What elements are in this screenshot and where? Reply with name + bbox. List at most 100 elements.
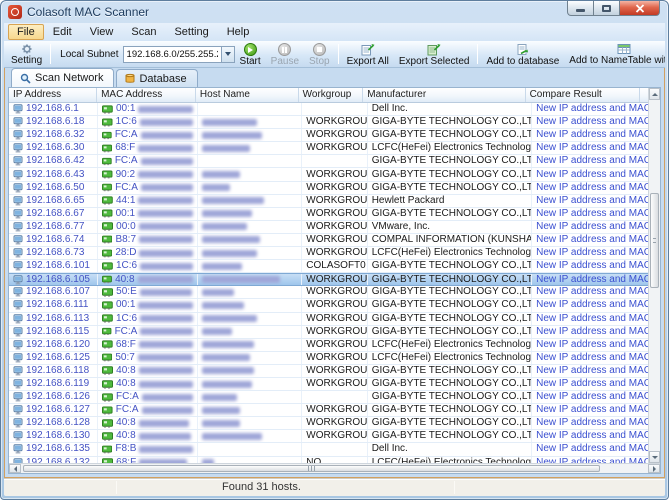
subnet-input[interactable] xyxy=(123,46,221,63)
table-row[interactable]: 192.168.6.12068:FWORKGROUPLCFC(HeFei) El… xyxy=(9,339,648,352)
column-header-mac-address[interactable]: MAC Address xyxy=(97,88,196,102)
table-row[interactable]: 192.168.6.126FC:AGIGA-BYTE TECHNOLOGY CO… xyxy=(9,391,648,404)
table-row[interactable]: 192.168.6.3068:FWORKGROUPLCFC(HeFei) Ele… xyxy=(9,142,648,155)
ip-cell: 192.168.6.32 xyxy=(9,129,98,141)
manufacturer-cell: GIGA-BYTE TECHNOLOGY CO.,LTD. xyxy=(368,208,532,220)
nic-icon xyxy=(102,262,113,271)
hostname-cell xyxy=(198,260,302,272)
horizontal-scroll-thumb[interactable] xyxy=(23,465,600,472)
table-row[interactable]: 192.168.6.7700:0WORKGROUPVMware, Inc.New… xyxy=(9,221,648,234)
compare-result-cell: New IP address and MAC add xyxy=(532,221,648,233)
title-bar[interactable]: Colasoft MAC Scanner xyxy=(1,1,668,23)
table-row[interactable]: 192.168.6.32FC:AWORKGROUPGIGA-BYTE TECHN… xyxy=(9,129,648,142)
setting-button[interactable]: Setting xyxy=(6,42,47,66)
table-row[interactable]: 192.168.6.12840:8WORKGROUPGIGA-BYTE TECH… xyxy=(9,417,648,430)
mac-cell: 40:8 xyxy=(98,365,198,377)
column-header-workgroup[interactable]: Workgroup xyxy=(299,88,364,102)
compare-result-cell: New IP address and MAC add xyxy=(532,378,648,390)
scroll-down-button[interactable] xyxy=(649,451,660,463)
table-row[interactable]: 192.168.6.135F8:BDell Inc.New IP address… xyxy=(9,443,648,456)
table-row[interactable]: 192.168.6.11100:1WORKGROUPGIGA-BYTE TECH… xyxy=(9,299,648,312)
tab-scan-network[interactable]: Scan Network xyxy=(11,68,114,87)
tab-database[interactable]: Database xyxy=(116,69,197,87)
table-row[interactable]: 192.168.6.6544:1WORKGROUPHewlett Packard… xyxy=(9,195,648,208)
computer-icon xyxy=(13,170,23,180)
column-header-compare-result[interactable]: Compare Result xyxy=(526,88,640,102)
horizontal-scrollbar[interactable] xyxy=(9,463,660,473)
arrow-up-icon xyxy=(652,90,658,96)
nic-icon xyxy=(102,406,113,415)
compare-result-cell: New IP address and MAC add xyxy=(532,208,648,220)
menu-view[interactable]: View xyxy=(81,24,123,40)
minimize-button[interactable] xyxy=(567,1,594,16)
table-row[interactable]: 192.168.6.11840:8WORKGROUPGIGA-BYTE TECH… xyxy=(9,365,648,378)
scroll-left-button[interactable] xyxy=(9,464,21,473)
vertical-scrollbar[interactable] xyxy=(648,88,660,463)
workgroup-cell: WORKGROUP xyxy=(302,313,367,325)
redacted-hostname xyxy=(202,145,250,152)
table-row[interactable]: 192.168.6.7328:DWORKGROUPLCFC(HeFei) Ele… xyxy=(9,247,648,260)
close-button[interactable] xyxy=(620,1,660,16)
scroll-right-button[interactable] xyxy=(648,464,660,473)
redacted-mac xyxy=(141,132,194,139)
maximize-button[interactable] xyxy=(594,1,620,16)
menu-help[interactable]: Help xyxy=(218,24,259,40)
computer-icon xyxy=(13,392,23,402)
table-row[interactable]: 192.168.6.74B8:7WORKGROUPCOMPAL INFORMAT… xyxy=(9,234,648,247)
start-button[interactable]: Start xyxy=(235,42,266,66)
computer-icon xyxy=(13,209,23,219)
table-row[interactable]: 192.168.6.10540:8WORKGROUPGIGA-BYTE TECH… xyxy=(9,273,648,286)
table-row[interactable]: 192.168.6.181C:6WORKGROUPGIGA-BYTE TECHN… xyxy=(9,116,648,129)
redacted-mac xyxy=(141,184,193,191)
nic-icon xyxy=(102,340,113,349)
menu-scan[interactable]: Scan xyxy=(122,24,165,40)
redacted-hostname xyxy=(202,132,262,139)
table-header: IP AddressMAC AddressHost NameWorkgroupM… xyxy=(9,88,648,103)
column-header-host-name[interactable]: Host Name xyxy=(196,88,299,102)
menu-edit[interactable]: Edit xyxy=(44,24,81,40)
table-row[interactable]: 192.168.6.1131C:6WORKGROUPGIGA-BYTE TECH… xyxy=(9,313,648,326)
compare-result-cell: New IP address and MAC add xyxy=(532,103,648,115)
menu-setting[interactable]: Setting xyxy=(165,24,217,40)
redacted-hostname xyxy=(202,328,232,335)
nic-icon xyxy=(102,288,113,297)
nic-icon xyxy=(102,144,112,153)
table-row[interactable]: 192.168.6.12550:7WORKGROUPLCFC(HeFei) El… xyxy=(9,352,648,365)
computer-icon xyxy=(13,235,23,245)
redacted-mac xyxy=(139,381,193,388)
table-row[interactable]: 192.168.6.1011C:6COLASOFT0GIGA-BYTE TECH… xyxy=(9,260,648,273)
add-to-nametable-button[interactable]: Add to NameTable with ▾ xyxy=(564,42,665,66)
hostname-cell xyxy=(198,247,302,259)
mac-cell: B8:7 xyxy=(98,234,198,246)
menu-file[interactable]: File xyxy=(8,24,44,40)
add-to-database-button[interactable]: Add to database xyxy=(481,42,564,66)
table-row[interactable]: 192.168.6.13040:8WORKGROUPGIGA-BYTE TECH… xyxy=(9,430,648,443)
start-icon xyxy=(244,43,257,56)
table-row[interactable]: 192.168.6.42FC:AGIGA-BYTE TECHNOLOGY CO.… xyxy=(9,155,648,168)
export-selected-button[interactable]: Export Selected xyxy=(394,42,475,66)
table-row[interactable]: 192.168.6.11940:8WORKGROUPGIGA-BYTE TECH… xyxy=(9,378,648,391)
redacted-hostname xyxy=(202,210,252,217)
table-row[interactable]: 192.168.6.100:1Dell Inc.New IP address a… xyxy=(9,103,648,116)
subnet-dropdown-button[interactable] xyxy=(221,46,235,63)
computer-icon xyxy=(13,340,23,350)
hostname-cell xyxy=(198,221,302,233)
table-row[interactable]: 192.168.6.115FC:AWORKGROUPGIGA-BYTE TECH… xyxy=(9,326,648,339)
redacted-mac xyxy=(140,119,193,126)
window-title: Colasoft MAC Scanner xyxy=(27,5,149,19)
vertical-scroll-thumb[interactable] xyxy=(650,193,659,288)
column-header-ip-address[interactable]: IP Address xyxy=(9,88,97,102)
workgroup-cell: WORKGROUP xyxy=(302,168,367,180)
table-row[interactable]: 192.168.6.50FC:AWORKGROUPGIGA-BYTE TECHN… xyxy=(9,182,648,195)
menu-bar: FileEditViewScanSettingHelp xyxy=(4,23,665,41)
export-all-button[interactable]: Export All xyxy=(342,42,394,66)
hostname-cell xyxy=(198,404,302,416)
table-row[interactable]: 192.168.6.10750:EWORKGROUPGIGA-BYTE TECH… xyxy=(9,286,648,299)
column-header-manufacturer[interactable]: Manufacturer xyxy=(363,88,525,102)
compare-result-cell: New IP address and MAC add xyxy=(532,352,648,364)
ip-cell: 192.168.6.107 xyxy=(9,286,98,298)
table-row[interactable]: 192.168.6.4390:2WORKGROUPGIGA-BYTE TECHN… xyxy=(9,168,648,181)
table-row[interactable]: 192.168.6.6700:1WORKGROUPGIGA-BYTE TECHN… xyxy=(9,208,648,221)
table-row[interactable]: 192.168.6.127FC:AWORKGROUPGIGA-BYTE TECH… xyxy=(9,404,648,417)
scroll-up-button[interactable] xyxy=(649,88,660,100)
